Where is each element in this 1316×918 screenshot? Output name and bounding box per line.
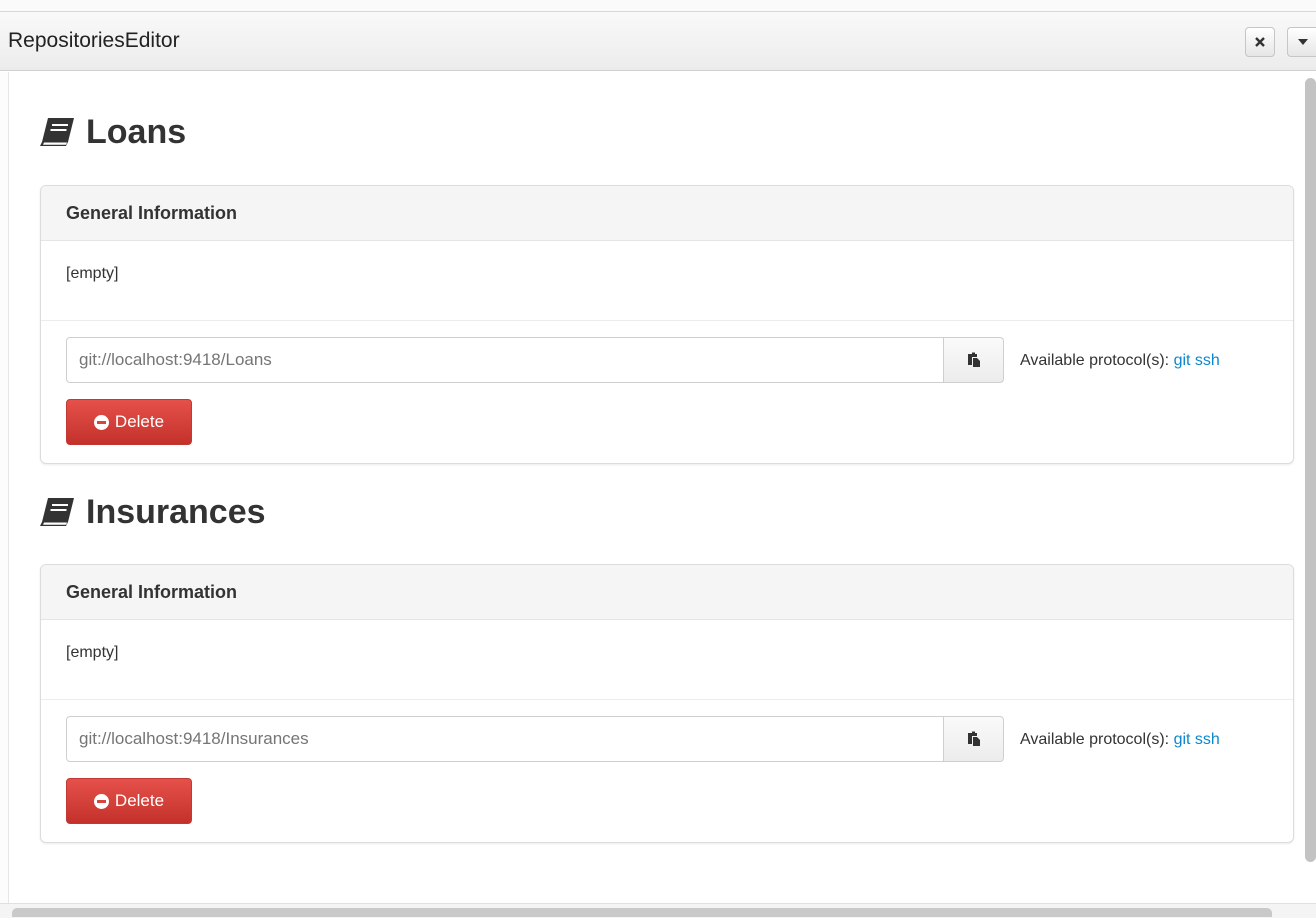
delete-label: Delete <box>114 791 165 810</box>
panel-footer: Available protocol(s): git ssh Delete <box>41 321 1293 463</box>
protocols-label: Available protocol(s): <box>1020 352 1170 369</box>
protocols-info: Available protocol(s): git ssh <box>1020 731 1220 749</box>
clipboard-icon <box>967 352 980 367</box>
minus-circle-icon <box>93 793 109 809</box>
panel-title: General Information <box>41 565 1293 620</box>
window-top-border <box>0 0 1316 12</box>
protocol-link-ssh[interactable]: ssh <box>1195 731 1220 748</box>
protocol-link-git[interactable]: git <box>1174 352 1191 369</box>
repo-panel: General Information [empty] Available pr… <box>40 185 1294 464</box>
panel-title: General Information <box>41 186 1293 241</box>
copy-url-button[interactable] <box>943 337 1004 383</box>
clipboard-icon <box>967 731 980 746</box>
delete-button[interactable]: Delete <box>66 778 192 824</box>
protocol-link-ssh[interactable]: ssh <box>1195 352 1220 369</box>
delete-label: Delete <box>114 412 165 431</box>
copy-url-button[interactable] <box>943 716 1004 762</box>
close-button[interactable] <box>1245 27 1275 57</box>
panel-footer: Available protocol(s): git ssh Delete <box>41 700 1293 842</box>
window-menu-button[interactable] <box>1287 27 1316 57</box>
repositories-content: Loans General Information [empty] Availa… <box>0 72 1316 917</box>
vertical-scrollbar[interactable] <box>1305 78 1316 862</box>
repo-description: [empty] <box>41 241 1293 321</box>
clone-url-input[interactable] <box>66 716 944 762</box>
close-icon <box>1255 37 1265 47</box>
minus-circle-icon <box>93 414 109 430</box>
protocols-info: Available protocol(s): git ssh <box>1020 352 1220 370</box>
protocols-label: Available protocol(s): <box>1020 731 1170 748</box>
horizontal-scrollbar-thumb[interactable] <box>12 908 1272 917</box>
protocol-link-git[interactable]: git <box>1174 731 1191 748</box>
repo-name: Loans <box>86 112 187 151</box>
book-icon <box>40 498 74 526</box>
repo-heading: Insurances <box>38 492 266 532</box>
caret-down-icon <box>1297 39 1308 45</box>
window-titlebar: RepositoriesEditor <box>0 12 1316 71</box>
repo-name: Insurances <box>86 492 266 531</box>
repo-panel: General Information [empty] Available pr… <box>40 564 1294 843</box>
window-title: RepositoriesEditor <box>8 29 180 52</box>
book-icon <box>40 118 74 146</box>
clone-url-input[interactable] <box>66 337 944 383</box>
delete-button[interactable]: Delete <box>66 399 192 445</box>
repo-description: [empty] <box>41 620 1293 700</box>
repo-heading: Loans <box>38 112 186 152</box>
